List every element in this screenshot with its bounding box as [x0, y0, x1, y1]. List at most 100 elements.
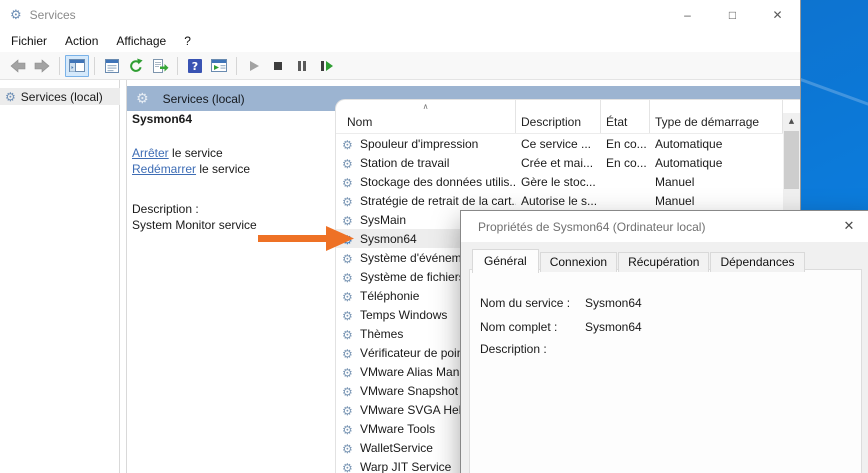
name-cell: ⚙ Station de travail — [342, 155, 450, 170]
service-name-label: Nom du service : — [480, 296, 571, 310]
menu-bar: Fichier Action Affichage? — [0, 30, 800, 52]
state-cell: En co... — [606, 155, 647, 170]
restart-service-link[interactable]: Redémarrer — [132, 162, 196, 176]
toolbar-separator — [236, 56, 237, 75]
dialog-title-bar: Propriétés de Sysmon64 (Ordinateur local… — [461, 211, 868, 242]
console-tree-pane: ⚙ Services (local) — [0, 80, 120, 473]
minimize-icon[interactable]: – — [665, 0, 710, 30]
state-cell: En co... — [606, 136, 647, 151]
service-gear-icon: ⚙ — [342, 251, 353, 265]
description-label: Description : — [132, 202, 199, 216]
extended-view-icon[interactable] — [207, 55, 231, 77]
toolbar: ? — [0, 52, 800, 80]
service-gear-icon: ⚙ — [342, 422, 353, 436]
maximize-icon[interactable]: □ — [710, 0, 755, 30]
sort-asc-icon: ∧ — [422, 102, 429, 111]
name-cell: ⚙ Stockage des données utilis... — [342, 174, 516, 189]
display-name-value: Sysmon64 — [585, 320, 642, 334]
stop-service-link[interactable]: Arrêter — [132, 146, 169, 160]
column-header[interactable]: Nom ∧ — [336, 100, 516, 133]
stop-service-icon[interactable] — [266, 55, 290, 77]
toolbar-separator — [177, 56, 178, 75]
service-gear-icon: ⚙ — [342, 137, 353, 151]
gear-icon: ⚙ — [136, 90, 149, 107]
dialog-close-icon[interactable]: ✕ — [833, 211, 865, 241]
selected-service-name: Sysmon64 — [132, 112, 193, 126]
service-gear-icon: ⚙ — [342, 175, 353, 189]
service-name-value: Sysmon64 — [585, 296, 642, 310]
refresh-icon[interactable] — [124, 55, 148, 77]
tab-dependances[interactable]: Dépendances — [710, 252, 805, 272]
title-bar: ⚙ Services – □ ✕ — [0, 0, 800, 30]
banner-label: Services (local) — [162, 91, 245, 106]
toolbar-separator — [59, 56, 60, 75]
stop-service-line: Arrêter le service — [132, 146, 223, 160]
column-header[interactable]: État — [601, 100, 650, 133]
scroll-up-icon[interactable]: ▲ — [783, 113, 800, 129]
list-header: Nom ∧ Description État Type de démarrage — [336, 100, 800, 134]
start-service-icon[interactable] — [242, 55, 266, 77]
toolbar-separator — [94, 56, 95, 75]
back-icon[interactable] — [6, 55, 30, 77]
restart-service-icon[interactable] — [314, 55, 338, 77]
gear-icon: ⚙ — [5, 89, 16, 104]
window-title: Services — [29, 8, 76, 22]
properties-dialog: Propriétés de Sysmon64 (Ordinateur local… — [460, 210, 868, 473]
type-cell: Automatique — [655, 155, 723, 170]
desc-cell: Ce service ... — [521, 136, 592, 151]
service-gear-icon: ⚙ — [342, 270, 353, 284]
tab-general[interactable]: Général — [472, 249, 539, 273]
scrollbar-thumb[interactable] — [784, 131, 799, 189]
properties-icon[interactable] — [100, 55, 124, 77]
menu-item[interactable]: Action — [56, 31, 107, 51]
menu-item[interactable]: Fichier — [2, 31, 56, 51]
desc-cell: Crée et mai... — [521, 155, 594, 170]
tab-page-general: Nom du service : Sysmon64 Nom complet : … — [469, 269, 862, 473]
name-cell: ⚙ Spouleur d'impression — [342, 136, 479, 151]
desc-cell: Autorise le s... — [521, 193, 598, 208]
forward-icon[interactable] — [30, 55, 54, 77]
menu-item[interactable]: Affichage — [107, 31, 175, 51]
column-header[interactable]: Type de démarrage — [650, 100, 783, 133]
close-icon[interactable]: ✕ — [755, 0, 800, 30]
help-icon[interactable]: ? — [183, 55, 207, 77]
annotation-arrow — [258, 226, 354, 251]
display-name-label: Nom complet : — [480, 320, 558, 334]
column-header[interactable]: Description — [516, 100, 601, 133]
service-row[interactable]: ⚙ Stockage des données utilis... Gère le s… — [336, 172, 800, 191]
extended-pane: Sysmon64 Arrêter le service Redémarrer l… — [132, 110, 337, 473]
service-gear-icon: ⚙ — [342, 327, 353, 341]
desc-cell: Gère le stoc... — [521, 174, 596, 189]
service-gear-icon: ⚙ — [342, 384, 353, 398]
show-console-tree-icon[interactable] — [65, 54, 89, 77]
tree-item-services-local[interactable]: ⚙ Services (local) — [0, 88, 120, 105]
dialog-tabs: Général Connexion Récupération Dépendances — [472, 248, 806, 273]
pane-splitter[interactable] — [120, 80, 127, 473]
type-cell: Manuel — [655, 193, 695, 208]
menu-item[interactable]: ? — [175, 31, 200, 51]
name-cell: ⚙ Stratégie de retrait de la cart... — [342, 193, 516, 208]
tab-connexion[interactable]: Connexion — [539, 252, 618, 272]
dialog-title: Propriétés de Sysmon64 (Ordinateur local… — [478, 219, 706, 234]
service-gear-icon: ⚙ — [342, 365, 353, 379]
description-text: System Monitor service — [132, 218, 257, 232]
type-cell: Automatique — [655, 136, 723, 151]
service-gear-icon: ⚙ — [342, 194, 353, 208]
service-gear-icon: ⚙ — [342, 213, 353, 227]
service-row[interactable]: ⚙ Stratégie de retrait de la cart... Autor… — [336, 191, 800, 210]
service-row[interactable]: ⚙ Station de travail Crée et mai... En co..… — [336, 153, 800, 172]
export-list-icon[interactable] — [148, 55, 172, 77]
pause-service-icon[interactable] — [290, 55, 314, 77]
service-gear-icon: ⚙ — [342, 308, 353, 322]
service-gear-icon: ⚙ — [342, 289, 353, 303]
restart-service-line: Redémarrer le service — [132, 162, 251, 176]
service-gear-icon: ⚙ — [342, 441, 353, 455]
service-gear-icon: ⚙ — [342, 460, 353, 473]
service-gear-icon: ⚙ — [342, 403, 353, 417]
service-row[interactable]: ⚙ Spouleur d'impression Ce service ... En c… — [336, 134, 800, 153]
tab-recuperation[interactable]: Récupération — [618, 252, 710, 272]
svg-text:?: ? — [192, 60, 198, 73]
dialog-description-label: Description : — [480, 342, 547, 356]
service-gear-icon: ⚙ — [342, 156, 353, 170]
app-gear-icon: ⚙ — [10, 7, 22, 23]
